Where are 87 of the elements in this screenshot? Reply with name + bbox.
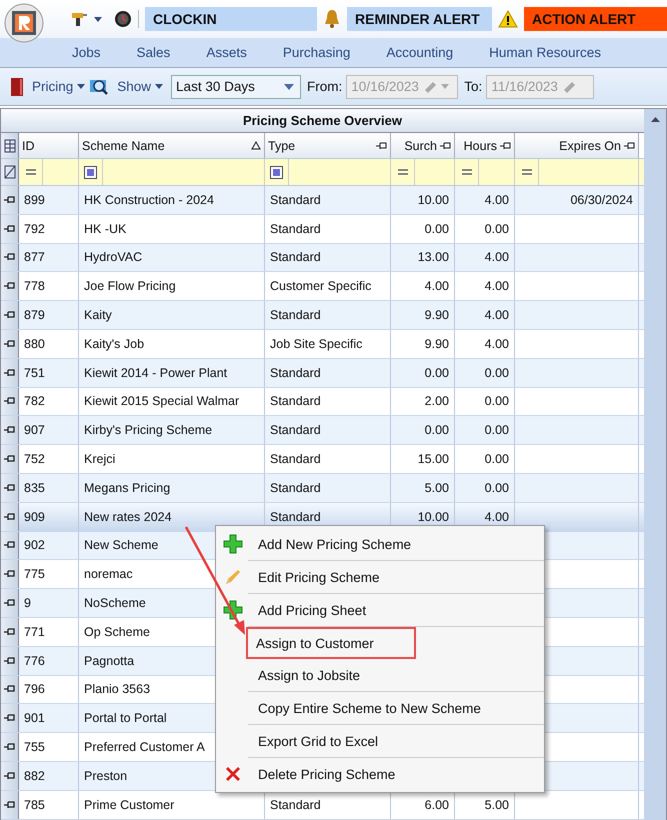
table-cell: Preston (84, 768, 128, 783)
table-cell: Krejci (84, 452, 116, 466)
table-cell: 880 (24, 336, 45, 351)
table-cell: 0.00 (424, 222, 449, 236)
table-cell: Standard (270, 366, 321, 380)
table-cell: Pagnotta (84, 654, 134, 668)
table-cell: 4.00 (484, 192, 509, 207)
table-cell: Kiewit 2015 Special Walmar (84, 394, 240, 408)
table-cell: 5.00 (484, 798, 509, 812)
table-cell: Kaity (84, 308, 112, 322)
table-cell: 9.90 (424, 336, 449, 351)
table-cell: Kiewit 2014 - Power Plant (84, 366, 228, 380)
table-cell: Standard (270, 480, 321, 495)
table-cell: 06/30/2024 (570, 192, 633, 207)
table-cell: Kirby's Pricing Scheme (84, 423, 212, 438)
table-cell: Standard (270, 452, 321, 466)
table-cell: 0.00 (484, 480, 509, 495)
table-cell: Standard (270, 394, 321, 408)
table-cell: 778 (24, 279, 45, 294)
table-cell: 776 (24, 654, 45, 668)
from-label: From: (307, 79, 342, 94)
table-cell: Preferred Customer A (84, 740, 205, 754)
grid-title: Pricing Scheme Overview (1, 109, 644, 133)
table-cell: 4.00 (424, 279, 449, 294)
table-cell: 782 (24, 394, 45, 408)
table-cell: Standard (270, 308, 321, 322)
table-cell: 771 (24, 624, 45, 639)
table-cell: 2.00 (424, 394, 449, 408)
table-cell: 4.00 (484, 510, 509, 524)
table-cell: HK Construction - 2024 (84, 192, 214, 207)
table-cell: 0.00 (484, 222, 509, 236)
table-cell: 785 (24, 798, 45, 812)
table-cell: 907 (24, 423, 45, 438)
table-cell: 0.00 (424, 366, 449, 380)
table-cell: Standard (270, 510, 321, 524)
table-cell: 751 (24, 366, 45, 380)
table-cell: New rates 2024 (84, 510, 172, 524)
table-cell: Standard (270, 192, 321, 207)
table-cell: 877 (24, 250, 45, 264)
table-cell: Kaity's Job (84, 336, 144, 351)
table-cell: New Scheme (84, 538, 158, 552)
table-cell: 899 (24, 192, 45, 207)
table-cell: 4.00 (484, 336, 509, 351)
table-cell: 835 (24, 480, 45, 495)
table-cell: 755 (24, 740, 45, 754)
table-cell: Portal to Portal (84, 711, 167, 726)
table-cell: 9.90 (424, 308, 449, 322)
table-cell: 5.00 (424, 480, 449, 495)
table-cell: 0.00 (484, 366, 509, 380)
table-cell: Planio 3563 (84, 682, 150, 696)
table-cell: 0.00 (484, 452, 509, 466)
table-cell: HydroVAC (84, 250, 142, 264)
table-cell: Standard (270, 423, 321, 438)
table-cell: 4.00 (484, 308, 509, 322)
table-cell: 902 (24, 538, 45, 552)
table-cell: 909 (24, 510, 45, 524)
table-cell: 775 (24, 567, 45, 582)
to-label: To: (464, 79, 482, 94)
table-cell: 6.00 (424, 798, 449, 812)
table-cell: Job Site Specific (270, 336, 362, 351)
table-cell: 10.00 (418, 192, 449, 207)
table-cell: 792 (24, 222, 45, 236)
table-cell: 15.00 (418, 452, 449, 466)
table-cell: HK -UK (84, 222, 126, 236)
table-cell: 9 (24, 596, 31, 610)
table-cell: 796 (24, 682, 45, 696)
table-cell: Standard (270, 250, 321, 264)
table-cell: NoScheme (84, 596, 146, 610)
table-cell: 879 (24, 308, 45, 322)
table-cell: Prime Customer (84, 798, 174, 812)
table-cell: 10.00 (418, 510, 449, 524)
table-cell: Op Scheme (84, 624, 150, 639)
table-cell: 752 (24, 452, 45, 466)
table-cell: 13.00 (418, 250, 449, 264)
table-cell: 882 (24, 768, 45, 783)
table-cell: 0.00 (424, 423, 449, 438)
table-cell: 4.00 (484, 250, 509, 264)
table-cell: Megans Pricing (84, 480, 170, 495)
table-cell: Customer Specific (270, 279, 372, 294)
table-cell: Standard (270, 798, 321, 812)
table-cell: Standard (270, 222, 321, 236)
table-cell: 0.00 (484, 423, 509, 438)
table-cell: noremac (84, 567, 133, 582)
table-cell: 0.00 (484, 394, 509, 408)
table-cell: 4.00 (484, 279, 509, 294)
table-cell: Joe Flow Pricing (84, 279, 176, 294)
table-cell: 901 (24, 711, 45, 726)
